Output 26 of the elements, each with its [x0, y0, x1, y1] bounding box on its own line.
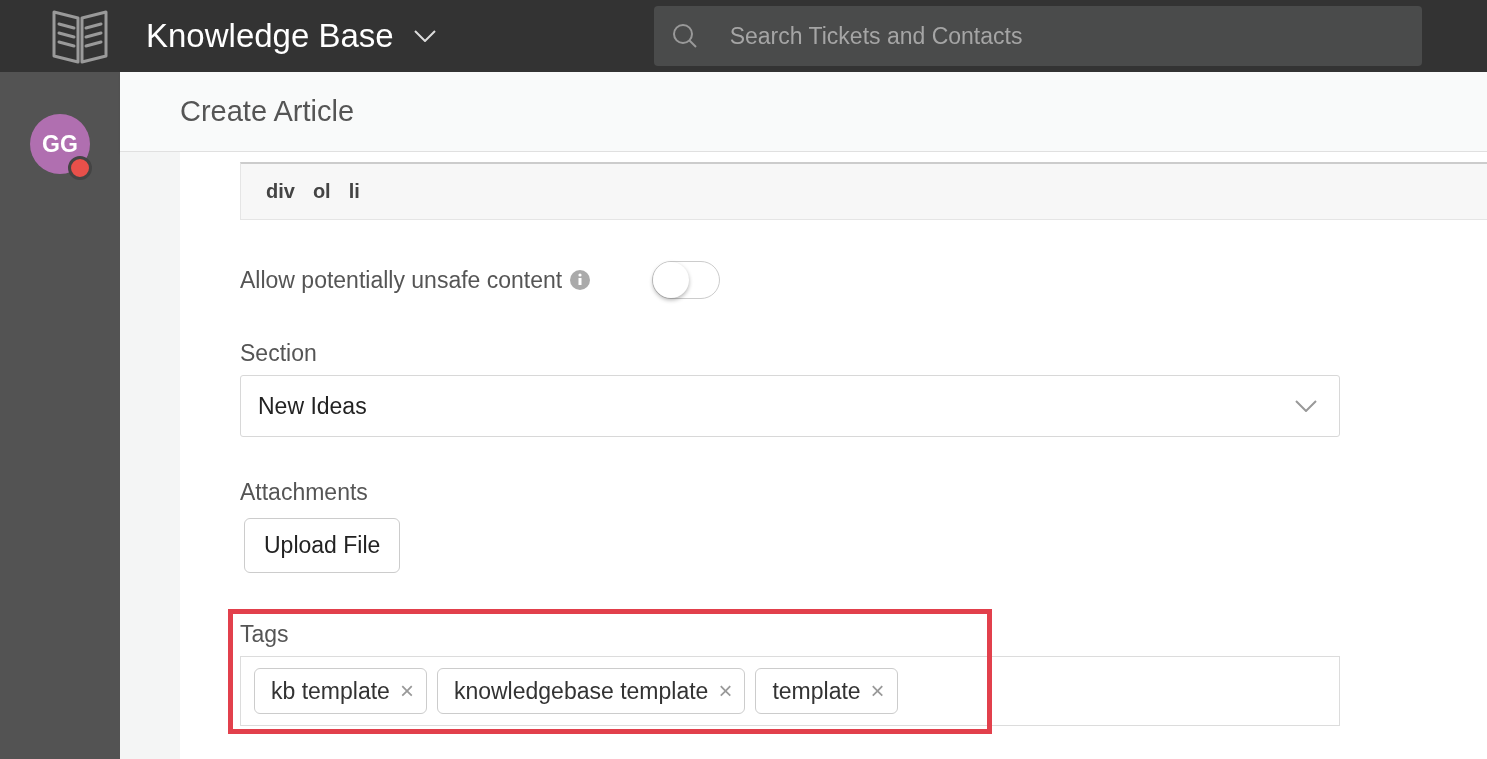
tag-label: kb template — [271, 677, 390, 705]
element-path-item[interactable]: div — [266, 180, 295, 203]
field-label: Tags — [240, 621, 290, 648]
tag-chip[interactable]: kb template × — [254, 668, 427, 714]
field-label: Allow potentially unsafe content — [240, 266, 563, 294]
toggle-switch[interactable] — [652, 261, 721, 299]
tag-chip[interactable]: template × — [755, 668, 898, 714]
tag-label: template — [772, 677, 861, 705]
caret-icon[interactable] — [413, 30, 436, 42]
app-title[interactable]: Knowledge Base — [146, 17, 394, 55]
element-path-item[interactable]: li — [348, 180, 360, 203]
field-label: Attachments — [240, 479, 369, 506]
avatar[interactable]: GG — [30, 114, 90, 174]
info-icon[interactable] — [570, 270, 591, 290]
status-dot — [68, 156, 92, 180]
field-label: Section — [240, 340, 318, 367]
search-icon — [671, 23, 698, 49]
tag-chip[interactable]: knowledgebase template × — [436, 668, 746, 714]
tag-label: knowledgebase template — [453, 677, 709, 705]
element-path-item[interactable]: ol — [312, 180, 331, 203]
search-field[interactable]: Search Tickets and Contacts — [653, 6, 1422, 66]
page-title: Create Article — [180, 95, 355, 128]
section-dropdown[interactable]: New Ideas — [240, 375, 1340, 437]
tags-field[interactable]: kb template × knowledgebase template × template × — [240, 656, 1340, 726]
upload-file-button[interactable]: Upload File — [244, 518, 401, 573]
chevron-down-icon — [1295, 400, 1317, 412]
